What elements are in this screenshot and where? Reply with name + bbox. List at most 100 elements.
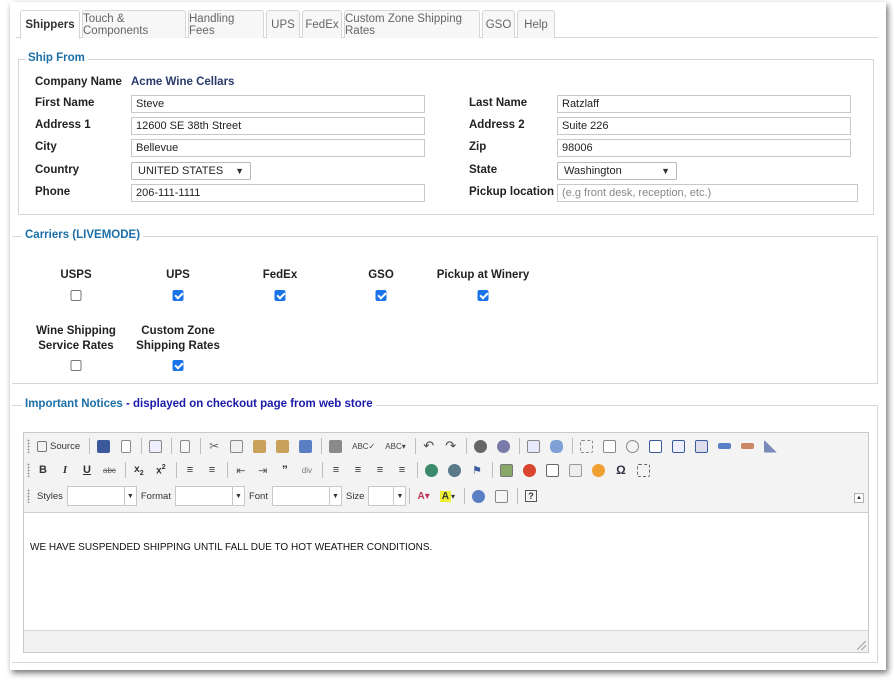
align-right-button[interactable]: ≡ — [370, 460, 390, 480]
chevron-down-icon: ▼ — [393, 487, 405, 505]
print-button[interactable] — [325, 436, 346, 456]
about-button[interactable]: ? — [521, 486, 541, 506]
city-input[interactable] — [131, 139, 425, 157]
tab-help[interactable]: Help — [517, 10, 555, 38]
outdent-button[interactable]: ⇤ — [231, 460, 251, 480]
align-left-icon: ≡ — [332, 464, 340, 476]
underline-icon: U — [83, 464, 91, 476]
italic-button[interactable]: I — [55, 460, 75, 480]
carrier-wine-shipping-label: Wine Shipping Service Rates — [36, 324, 116, 354]
spellcheck-button[interactable]: ABC✓ — [348, 436, 379, 456]
show-blocks-icon — [494, 489, 508, 503]
image-button[interactable] — [496, 460, 517, 480]
source-button[interactable]: Source — [33, 436, 84, 456]
tab-fedex[interactable]: FedEx — [302, 10, 342, 38]
tab-handling-fees[interactable]: Handling Fees — [188, 10, 264, 38]
styles-combo[interactable]: ▼ — [66, 486, 137, 506]
subscript-button[interactable]: x2 — [129, 460, 149, 480]
show-blocks-button[interactable] — [491, 486, 512, 506]
undo-button[interactable]: ↶ — [419, 436, 439, 456]
select-field-button[interactable] — [691, 436, 712, 456]
unlink-button[interactable] — [444, 460, 465, 480]
carrier-pickup-checkbox[interactable] — [477, 290, 489, 301]
first-name-input[interactable] — [131, 95, 425, 113]
carrier-custom-zone-checkbox[interactable] — [172, 360, 184, 371]
align-center-button[interactable]: ≡ — [348, 460, 368, 480]
tab-custom-zone-shipping-rates[interactable]: Custom Zone Shipping Rates — [344, 10, 480, 38]
horizontal-rule-button[interactable] — [565, 460, 586, 480]
carrier-fedex-checkbox[interactable] — [274, 290, 286, 301]
save-button[interactable] — [93, 436, 114, 456]
link-button[interactable] — [421, 460, 442, 480]
resize-handle-icon[interactable] — [857, 641, 866, 650]
paste-button[interactable] — [249, 436, 270, 456]
phone-input[interactable] — [131, 184, 425, 202]
flag-icon: ⚑ — [471, 464, 482, 477]
align-left-button[interactable]: ≡ — [326, 460, 346, 480]
numbered-list-button[interactable]: ≡ — [180, 460, 200, 480]
create-div-button[interactable]: div — [297, 460, 317, 480]
last-name-input[interactable] — [557, 95, 851, 113]
tab-shippers[interactable]: Shippers — [20, 10, 80, 39]
anchor-button[interactable]: ⚑ — [467, 460, 487, 480]
state-select[interactable]: Washington ▼ — [557, 162, 677, 180]
size-combo[interactable]: ▼ — [368, 486, 407, 506]
remove-format-button[interactable] — [546, 436, 567, 456]
collapse-toolbar-button[interactable]: ▲ — [854, 493, 864, 503]
blockquote-button[interactable]: ” — [275, 460, 295, 480]
smiley-button[interactable] — [588, 460, 609, 480]
carrier-gso-checkbox[interactable] — [375, 290, 387, 301]
font-combo[interactable]: ▼ — [271, 486, 342, 506]
bulleted-list-button[interactable]: ≡ — [202, 460, 222, 480]
preview-button[interactable] — [145, 436, 166, 456]
zip-input[interactable] — [557, 139, 851, 157]
button-field-button[interactable] — [714, 436, 735, 456]
table-button[interactable] — [542, 460, 563, 480]
tab-ups[interactable]: UPS — [266, 10, 300, 38]
select-all-button[interactable] — [523, 436, 544, 456]
hidden-field-button[interactable] — [760, 436, 781, 456]
text-color-button[interactable]: A▾ — [413, 486, 433, 506]
tab-touch-components[interactable]: Touch & Components — [82, 10, 186, 38]
carrier-ups-checkbox[interactable] — [172, 290, 184, 301]
form-button[interactable] — [576, 436, 597, 456]
maximize-button[interactable] — [468, 486, 489, 506]
numbered-list-icon: ≡ — [186, 464, 194, 476]
background-color-button[interactable]: A ▾ — [436, 486, 459, 506]
new-page-button[interactable] — [116, 436, 136, 456]
address2-input[interactable] — [557, 117, 851, 135]
find-button[interactable] — [470, 436, 491, 456]
copy-button[interactable] — [226, 436, 247, 456]
image-button-field-button[interactable] — [737, 436, 758, 456]
scayt-button[interactable]: ABC▾ — [381, 436, 409, 456]
replace-button[interactable] — [493, 436, 514, 456]
country-select[interactable]: UNITED STATES ▼ — [131, 162, 251, 180]
bold-button[interactable]: B — [33, 460, 53, 480]
paste-text-button[interactable] — [272, 436, 293, 456]
cut-button[interactable]: ✂ — [204, 436, 224, 456]
subscript-icon: x2 — [134, 463, 144, 477]
radio-button[interactable] — [622, 436, 643, 456]
flash-button[interactable] — [519, 460, 540, 480]
carrier-wine-shipping-checkbox[interactable] — [70, 360, 82, 371]
format-combo[interactable]: ▼ — [174, 486, 245, 506]
special-char-button[interactable]: Ω — [611, 460, 631, 480]
tab-gso[interactable]: GSO — [482, 10, 515, 38]
indent-button[interactable]: ⇥ — [253, 460, 273, 480]
strike-button[interactable]: abc — [99, 460, 120, 480]
page-break-button[interactable] — [633, 460, 654, 480]
textarea-button[interactable] — [668, 436, 689, 456]
redo-button[interactable]: ↷ — [441, 436, 461, 456]
templates-button[interactable] — [175, 436, 195, 456]
superscript-button[interactable]: x2 — [151, 460, 171, 480]
textfield-button[interactable] — [645, 436, 666, 456]
pickup-location-input[interactable] — [557, 184, 858, 202]
editor-content[interactable]: WE HAVE SUSPENDED SHIPPING UNTIL FALL DU… — [24, 514, 868, 630]
carrier-usps-checkbox[interactable] — [70, 290, 82, 301]
company-name-value: Acme Wine Cellars — [131, 76, 235, 88]
align-justify-button[interactable]: ≡ — [392, 460, 412, 480]
paste-word-button[interactable] — [295, 436, 316, 456]
checkbox-button[interactable] — [599, 436, 620, 456]
underline-button[interactable]: U — [77, 460, 97, 480]
address1-input[interactable] — [131, 117, 425, 135]
